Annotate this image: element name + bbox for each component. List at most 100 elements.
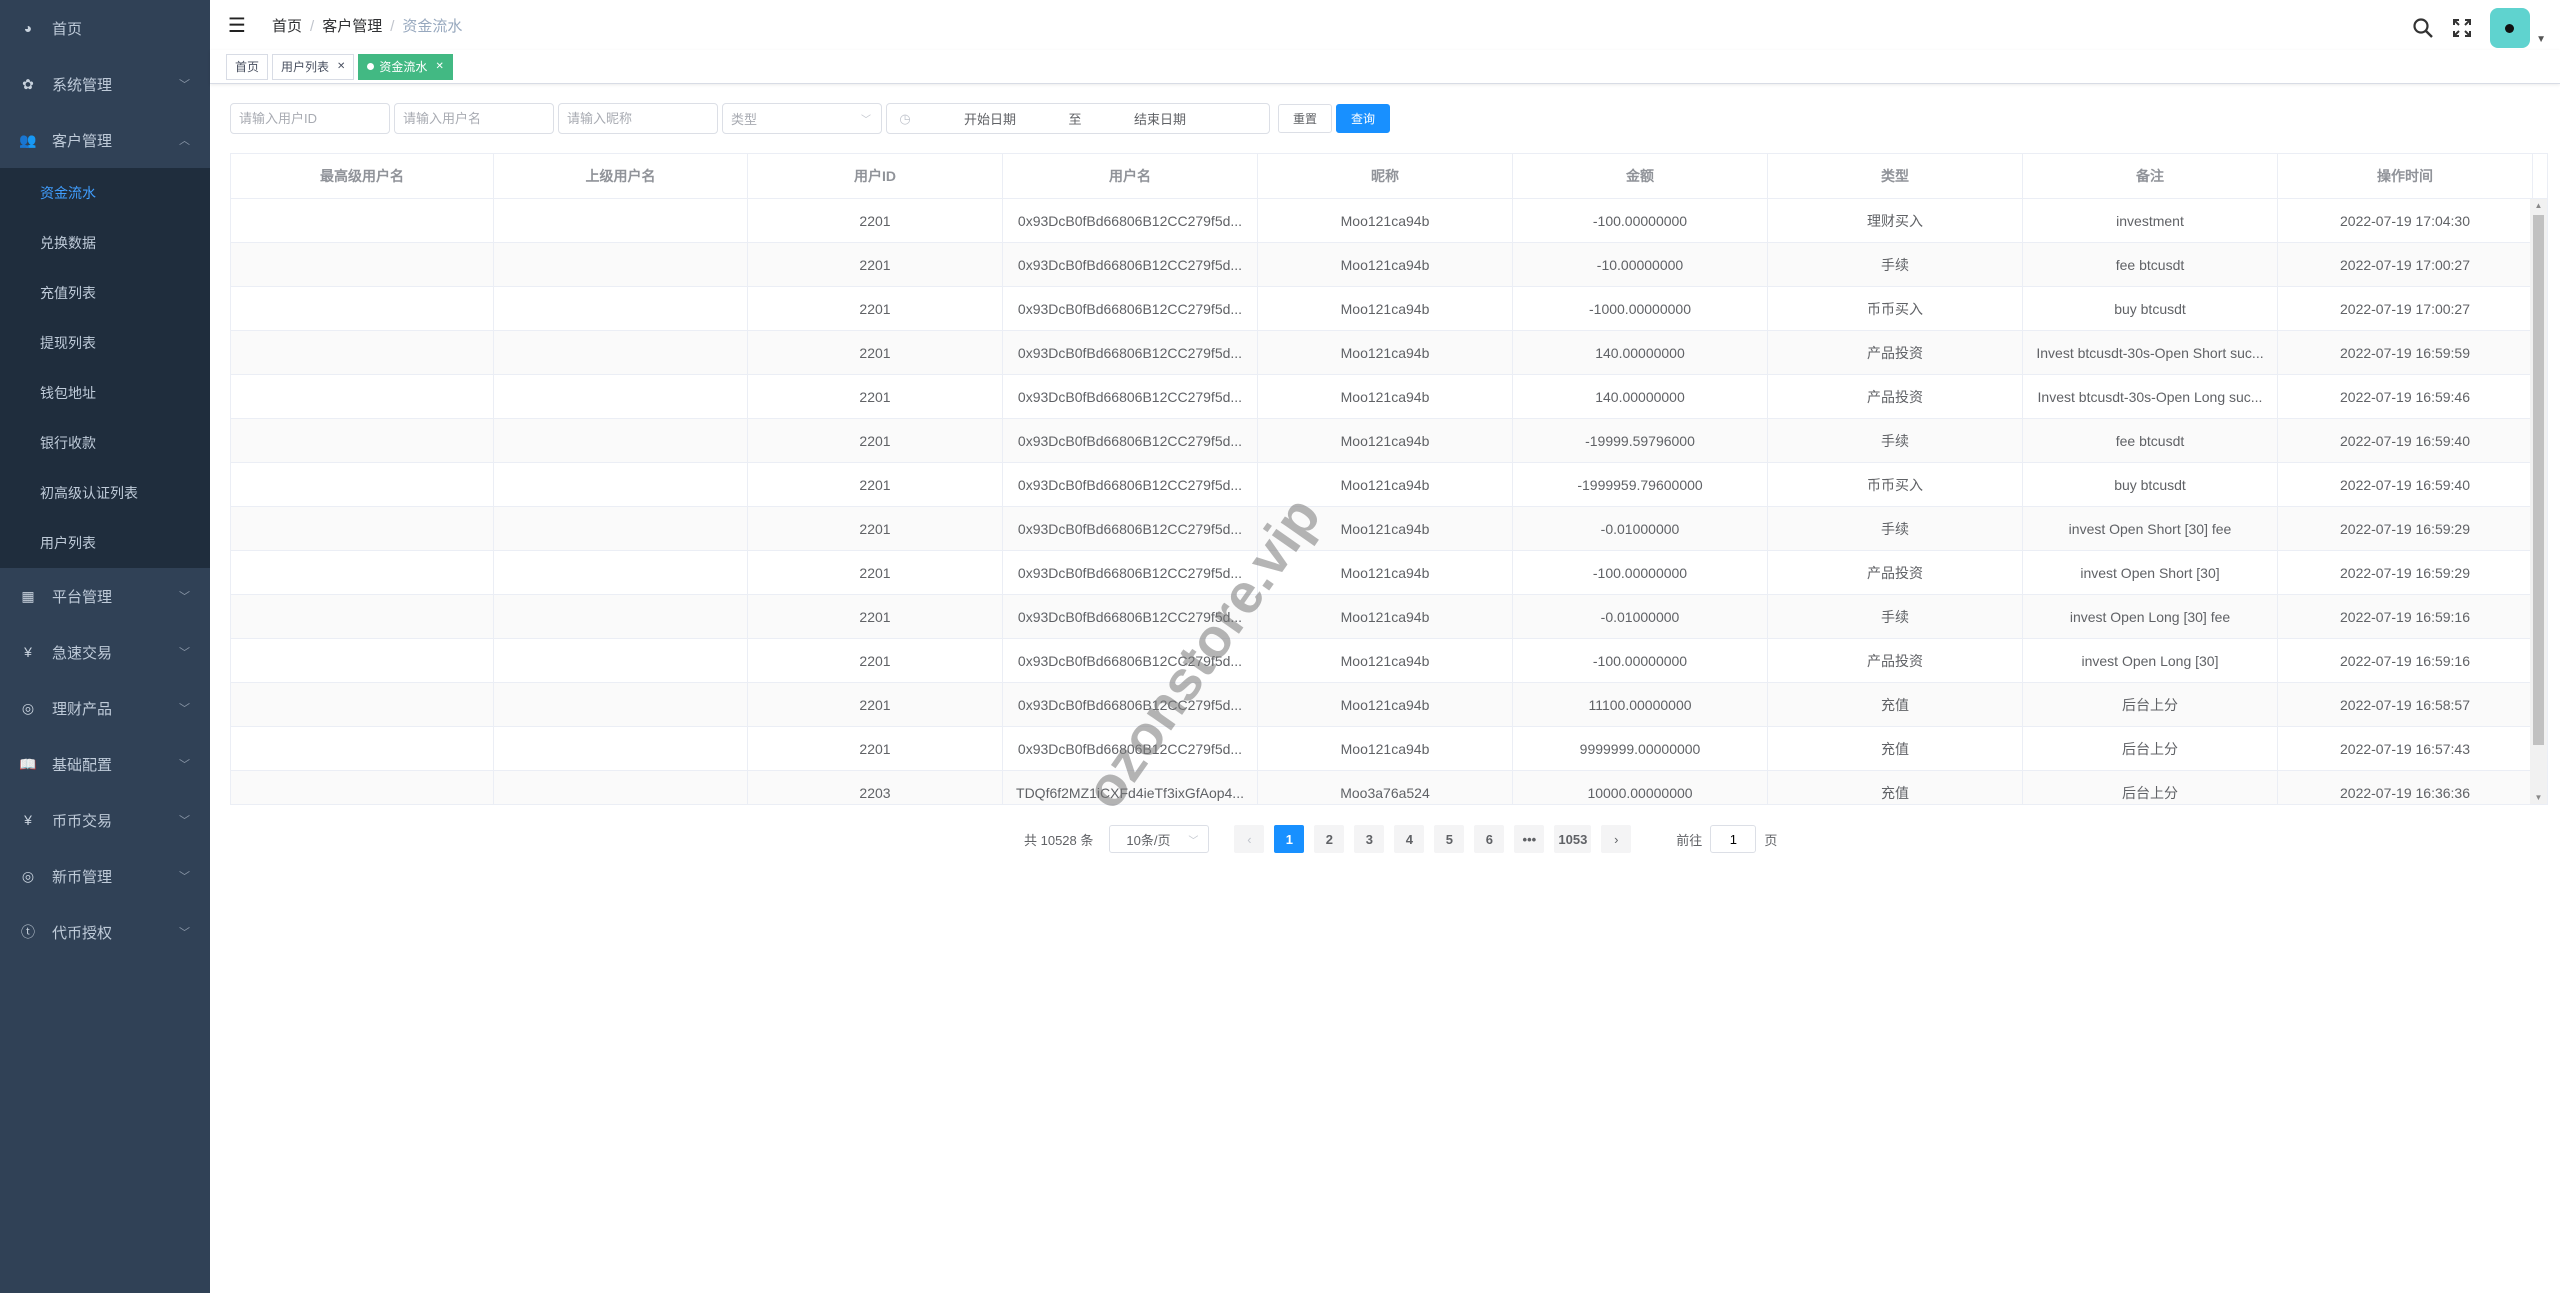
table-cell [494, 771, 748, 804]
sidebar-subitem[interactable]: 用户列表 [0, 518, 210, 568]
sidebar-item[interactable]: ¥ 急速交易 ﹀ [0, 624, 210, 680]
grid-icon: ▦ [21, 587, 35, 604]
username-input[interactable] [394, 103, 554, 134]
page-button[interactable]: 1 [1274, 825, 1305, 853]
type-select[interactable]: 类型 ﹀ [722, 103, 882, 134]
table-row[interactable]: 2201 0x93DcB0fBd66806B12CC279f5d... Moo121… [231, 727, 2547, 771]
table-cell: 0x93DcB0fBd66806B12CC279f5d... [1003, 727, 1258, 770]
sidebar-subitem[interactable]: 兑换数据 [0, 218, 210, 268]
user-id-input[interactable] [230, 103, 390, 134]
sidebar-subitem[interactable]: 初高级认证列表 [0, 468, 210, 518]
next-page-button[interactable]: › [1601, 825, 1632, 853]
sidebar-subitem[interactable]: 充值列表 [0, 268, 210, 318]
sidebar-subitem[interactable]: 银行收款 [0, 418, 210, 468]
table-cell: 2201 [748, 375, 1003, 418]
table-row[interactable]: 2201 0x93DcB0fBd66806B12CC279f5d... Moo121… [231, 375, 2547, 419]
table-row[interactable]: 2201 0x93DcB0fBd66806B12CC279f5d... Moo121… [231, 287, 2547, 331]
goto-page-input[interactable] [1710, 825, 1757, 853]
table-cell [231, 727, 494, 770]
table-cell [231, 551, 494, 594]
sidebar-item[interactable]: ◎ 新币管理 ﹀ [0, 848, 210, 904]
page-button[interactable]: ••• [1514, 825, 1545, 853]
sidebar-item[interactable]: ◕ 首页 [0, 0, 210, 56]
sidebar-item-label: 代币授权 [52, 924, 113, 942]
sidebar-subitem[interactable]: 资金流水 [0, 168, 210, 218]
table-row[interactable]: 2201 0x93DcB0fBd66806B12CC279f5d... Moo121… [231, 639, 2547, 683]
table-cell: 2203 [748, 771, 1003, 804]
page-button[interactable]: 6 [1474, 825, 1505, 853]
sidebar-item[interactable]: ◎ 理财产品 ﹀ [0, 680, 210, 736]
scrollbar-thumb[interactable] [2533, 215, 2544, 745]
sidebar-item[interactable]: 📖 基础配置 ﹀ [0, 736, 210, 792]
sidebar-item[interactable]: ⓣ 代币授权 ﹀ [0, 904, 210, 960]
table-cell: 140.00000000 [1513, 331, 1768, 374]
tag-item[interactable]: 用户列表 ✕ [272, 53, 355, 80]
table-row[interactable]: 2201 0x93DcB0fBd66806B12CC279f5d... Moo121… [231, 507, 2547, 551]
column-header: 最高级用户名 [231, 154, 494, 198]
goto-suffix: 页 [1764, 832, 1778, 848]
breadcrumb-home[interactable]: 首页 [272, 18, 302, 35]
table-row[interactable]: 2201 0x93DcB0fBd66806B12CC279f5d... Moo121… [231, 199, 2547, 243]
chevron-down-icon: ﹀ [179, 647, 190, 659]
table-cell: 2201 [748, 243, 1003, 286]
table-cell: 2022-07-19 16:59:29 [2278, 551, 2533, 594]
table-cell: -0.01000000 [1513, 595, 1768, 638]
table-cell [494, 683, 748, 726]
table-cell: 0x93DcB0fBd66806B12CC279f5d... [1003, 683, 1258, 726]
avatar[interactable] [2490, 8, 2531, 48]
table-cell: 2022-07-19 16:59:40 [2278, 419, 2533, 462]
table-cell [494, 243, 748, 286]
sidebar-item[interactable]: ▦ 平台管理 ﹀ [0, 568, 210, 624]
table-row[interactable]: 2201 0x93DcB0fBd66806B12CC279f5d... Moo121… [231, 331, 2547, 375]
date-range-picker[interactable]: ◷ 开始日期 至 结束日期 [886, 103, 1270, 134]
table-cell: investment [2023, 199, 2278, 242]
fullscreen-icon[interactable] [2452, 18, 2472, 38]
table-row[interactable]: 2201 0x93DcB0fBd66806B12CC279f5d... Moo121… [231, 463, 2547, 507]
prev-page-button[interactable]: ‹ [1234, 825, 1265, 853]
page-size-select[interactable]: 10条/页 ﹀ [1109, 825, 1210, 853]
table-row[interactable]: 2203 TDQf6f2MZ1iCXFd4ieTf3ixGfAop4... Moo3… [231, 771, 2547, 804]
page-button[interactable]: 2 [1314, 825, 1345, 853]
scroll-up-icon[interactable]: ▲ [2530, 201, 2547, 210]
tag-label: 用户列表 [281, 60, 330, 74]
sidebar-subitem[interactable]: 提现列表 [0, 318, 210, 368]
start-date[interactable]: 开始日期 [915, 109, 1065, 128]
table-cell [494, 419, 748, 462]
search-icon[interactable] [2412, 17, 2434, 39]
sidebar-item[interactable]: 👥 客户管理 ︿ [0, 112, 210, 168]
tag-item[interactable]: 首页 [226, 53, 269, 80]
sidebar-subitem[interactable]: 钱包地址 [0, 368, 210, 418]
close-icon[interactable]: ✕ [337, 61, 345, 72]
scroll-down-icon[interactable]: ▼ [2530, 793, 2547, 802]
page-button[interactable]: 3 [1354, 825, 1385, 853]
page-button[interactable]: 1053 [1554, 825, 1592, 853]
column-header: 备注 [2023, 154, 2278, 198]
hamburger-icon[interactable]: ☰ [228, 13, 254, 38]
table-cell: -10.00000000 [1513, 243, 1768, 286]
page-button[interactable]: 4 [1394, 825, 1425, 853]
end-date[interactable]: 结束日期 [1085, 109, 1235, 128]
table-cell: 2201 [748, 331, 1003, 374]
users-icon: 👥 [19, 131, 37, 148]
sidebar-item[interactable]: ¥ 币币交易 ﹀ [0, 792, 210, 848]
table-row[interactable]: 2201 0x93DcB0fBd66806B12CC279f5d... Moo121… [231, 243, 2547, 287]
close-icon[interactable]: ✕ [435, 61, 443, 72]
sidebar-item-label: 急速交易 [52, 644, 113, 662]
tag-item[interactable]: 资金流水 ✕ [358, 53, 453, 80]
table-row[interactable]: 2201 0x93DcB0fBd66806B12CC279f5d... Moo121… [231, 419, 2547, 463]
table-cell: -1000.00000000 [1513, 287, 1768, 330]
breadcrumb-customer[interactable]: 客户管理 [322, 18, 382, 35]
reset-button[interactable]: 重置 [1278, 104, 1333, 133]
active-dot-icon [367, 63, 375, 70]
table-row[interactable]: 2201 0x93DcB0fBd66806B12CC279f5d... Moo121… [231, 595, 2547, 639]
caret-down-icon[interactable]: ▼ [2536, 34, 2546, 45]
search-button[interactable]: 查询 [1336, 104, 1391, 133]
sidebar-item[interactable]: ✿ 系统管理 ﹀ [0, 56, 210, 112]
table-cell: 2022-07-19 16:59:40 [2278, 463, 2533, 506]
table-cell: invest Open Long [30] [2023, 639, 2278, 682]
table-row[interactable]: 2201 0x93DcB0fBd66806B12CC279f5d... Moo121… [231, 551, 2547, 595]
table-scrollbar[interactable]: ▲ ▼ [2530, 199, 2547, 804]
nickname-input[interactable] [558, 103, 718, 134]
table-row[interactable]: 2201 0x93DcB0fBd66806B12CC279f5d... Moo121… [231, 683, 2547, 727]
page-button[interactable]: 5 [1434, 825, 1465, 853]
